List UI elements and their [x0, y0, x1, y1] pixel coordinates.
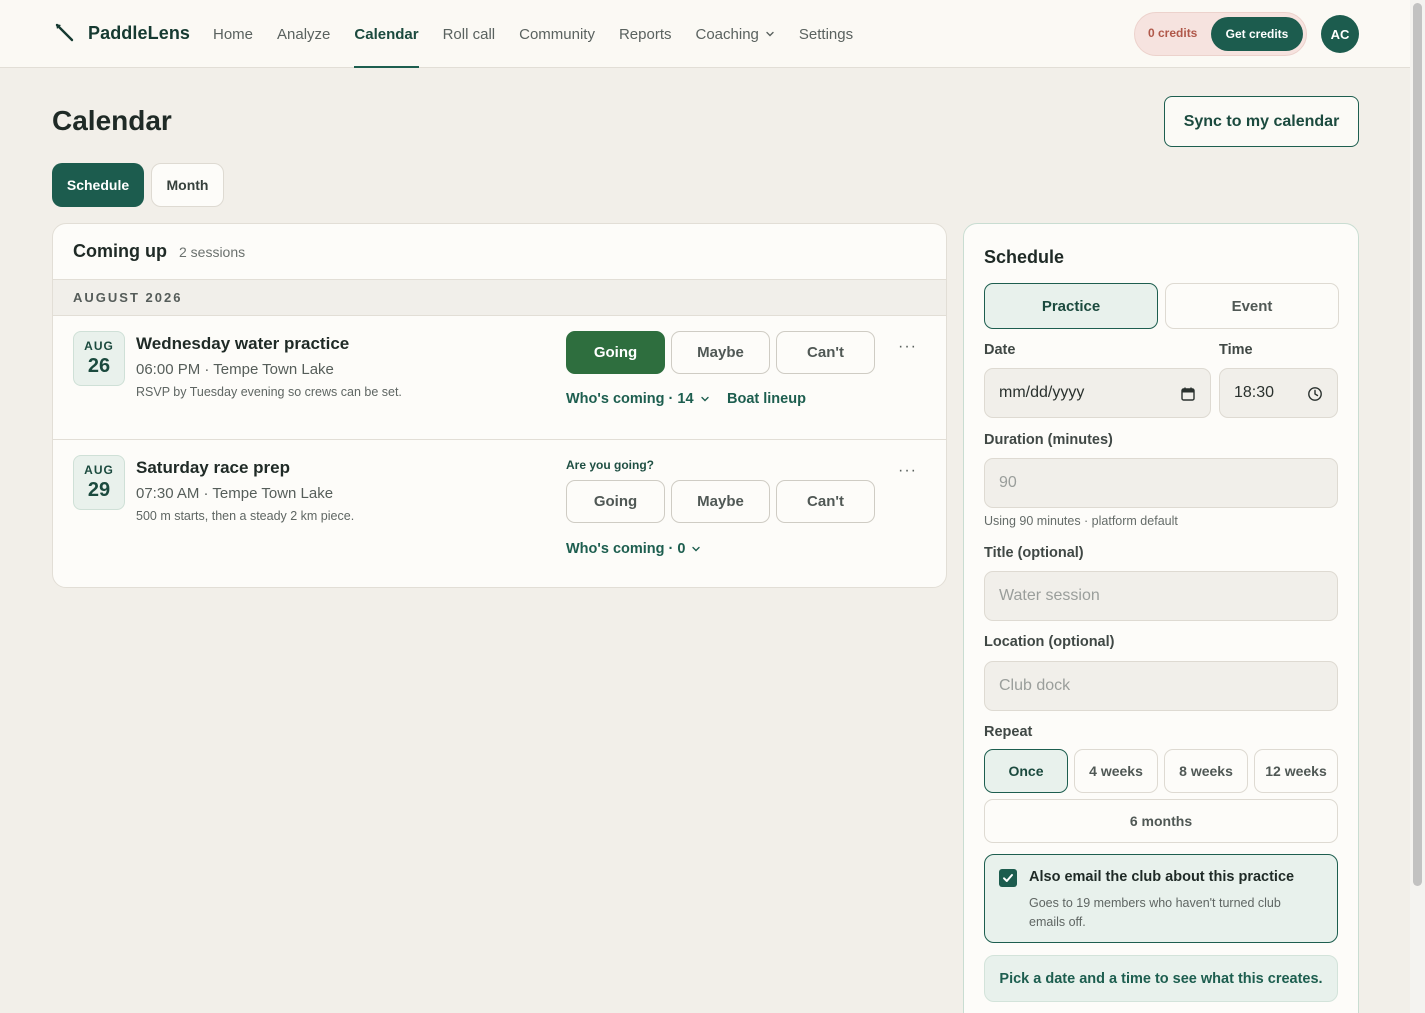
- nav-coaching-label: Coaching: [695, 25, 759, 43]
- scrollbar-thumb[interactable]: [1413, 3, 1422, 886]
- whos-coming-toggle[interactable]: Who's coming · 0: [566, 541, 701, 557]
- chevron-down-icon: [692, 546, 701, 552]
- date-label: Date: [984, 342, 1016, 358]
- rsvp-going-button[interactable]: Going: [566, 480, 665, 523]
- sessions-title: Coming up: [73, 241, 167, 261]
- checkmark-icon: [1003, 874, 1013, 882]
- chevron-down-icon: [700, 396, 709, 402]
- boat-lineup-link[interactable]: Boat lineup: [727, 391, 806, 407]
- rsvp-maybe-button[interactable]: Maybe: [671, 331, 770, 374]
- repeat-8-weeks-option[interactable]: 8 weeks: [1164, 749, 1248, 793]
- main-nav: Home Analyze Calendar Roll call Communit…: [213, 0, 877, 68]
- sessions-count: 2 sessions: [178, 244, 246, 260]
- paddle-icon: [55, 23, 74, 42]
- more-options-icon[interactable]: ···: [898, 338, 917, 356]
- credits-pill: 0 credits Get credits: [1134, 12, 1307, 56]
- date-input-placeholder: mm/dd/yyyy: [999, 384, 1085, 401]
- nav-coaching[interactable]: Coaching: [696, 0, 775, 68]
- whos-coming-label: Who's coming · 0: [566, 541, 686, 557]
- session-month: AUG: [84, 339, 114, 353]
- rsvp-cant-button[interactable]: Can't: [776, 480, 875, 523]
- calendar-icon: [1181, 387, 1195, 401]
- email-club-option[interactable]: Also email the club about this practice …: [984, 854, 1338, 943]
- upcoming-sessions-card: Coming up 2 sessions AUGUST 2026 AUG 26 …: [52, 223, 947, 588]
- session-date-chip: AUG 29: [73, 455, 125, 510]
- repeat-4-weeks-option[interactable]: 4 weeks: [1074, 749, 1158, 793]
- type-event-toggle[interactable]: Event: [1165, 283, 1339, 329]
- page-title: Calendar: [52, 105, 172, 136]
- schedule-form-panel: Schedule Practice Event Date Time mm/dd/…: [963, 223, 1359, 1013]
- nav-roll-call[interactable]: Roll call: [443, 0, 496, 68]
- sessions-header: Coming up 2 sessions: [73, 241, 245, 262]
- nav-analyze[interactable]: Analyze: [277, 0, 330, 68]
- rsvp-going-button[interactable]: Going: [566, 331, 665, 374]
- session-day: 26: [87, 355, 111, 377]
- session-row: AUG 26 Wednesday water practice 06:00 PM…: [53, 316, 946, 440]
- time-input[interactable]: 18:30: [1219, 368, 1338, 418]
- session-title[interactable]: Saturday race prep: [136, 458, 290, 478]
- page-scrollbar[interactable]: [1410, 0, 1425, 1013]
- session-time-location: 06:00 PM · Tempe Town Lake: [136, 361, 334, 378]
- email-club-note: Goes to 19 members who haven't turned cl…: [1029, 896, 1281, 929]
- rsvp-cant-button[interactable]: Can't: [776, 331, 875, 374]
- sync-calendar-button[interactable]: Sync to my calendar: [1164, 96, 1359, 147]
- nav-reports[interactable]: Reports: [619, 0, 672, 68]
- nav-community[interactable]: Community: [519, 0, 595, 68]
- time-input-value: 18:30: [1234, 384, 1275, 401]
- location-input[interactable]: Club dock: [984, 661, 1338, 711]
- user-avatar[interactable]: AC: [1321, 15, 1359, 53]
- date-input[interactable]: mm/dd/yyyy: [984, 368, 1211, 418]
- chevron-down-icon: [766, 31, 774, 37]
- session-day: 29: [87, 479, 111, 501]
- nav-home[interactable]: Home: [213, 0, 253, 68]
- session-note: 500 m starts, then a steady 2 km piece.: [136, 509, 355, 523]
- tab-schedule[interactable]: Schedule: [52, 163, 144, 207]
- title-input[interactable]: Water session: [984, 571, 1338, 621]
- location-label: Location (optional): [984, 634, 1115, 650]
- schedule-preview-message: Pick a date and a time to see what this …: [984, 955, 1338, 1002]
- nav-settings[interactable]: Settings: [799, 0, 853, 68]
- month-group-header: AUGUST 2026: [53, 279, 946, 316]
- app-logo[interactable]: PaddleLens: [54, 22, 190, 44]
- session-time-location: 07:30 AM · Tempe Town Lake: [136, 485, 334, 502]
- clock-icon: [1308, 387, 1322, 401]
- duration-hint: Using 90 minutes · platform default: [984, 514, 1178, 528]
- whos-coming-label: Who's coming · 14: [566, 391, 694, 407]
- time-label: Time: [1219, 342, 1253, 358]
- email-club-checkbox[interactable]: [999, 869, 1017, 887]
- nav-calendar[interactable]: Calendar: [354, 0, 419, 68]
- credits-balance: 0 credits: [1148, 26, 1198, 40]
- get-credits-button[interactable]: Get credits: [1211, 17, 1303, 51]
- session-row: AUG 29 Saturday race prep 07:30 AM · Tem…: [53, 440, 946, 564]
- session-month: AUG: [84, 463, 114, 477]
- rsvp-maybe-button[interactable]: Maybe: [671, 480, 770, 523]
- email-club-title: Also email the club about this practice: [1029, 869, 1295, 885]
- tab-month[interactable]: Month: [151, 163, 224, 207]
- session-date-chip: AUG 26: [73, 331, 125, 386]
- repeat-6-months-option[interactable]: 6 months: [984, 799, 1338, 843]
- duration-label: Duration (minutes): [984, 432, 1113, 448]
- whos-coming-toggle[interactable]: Who's coming · 14: [566, 391, 710, 407]
- app-name: PaddleLens: [88, 22, 191, 43]
- type-practice-toggle[interactable]: Practice: [984, 283, 1158, 329]
- month-label: AUGUST 2026: [73, 290, 183, 305]
- duration-input[interactable]: 90: [984, 458, 1338, 508]
- repeat-label: Repeat: [984, 724, 1033, 740]
- session-title[interactable]: Wednesday water practice: [136, 334, 349, 354]
- repeat-12-weeks-option[interactable]: 12 weeks: [1254, 749, 1338, 793]
- title-label: Title (optional): [984, 545, 1084, 561]
- rsvp-prompt: Are you going?: [566, 458, 654, 472]
- schedule-form-title: Schedule: [984, 247, 1065, 267]
- repeat-once-option[interactable]: Once: [984, 749, 1068, 793]
- session-note: RSVP by Tuesday evening so crews can be …: [136, 385, 402, 399]
- more-options-icon[interactable]: ···: [898, 462, 917, 480]
- top-navigation-bar: PaddleLens Home Analyze Calendar Roll ca…: [0, 0, 1410, 68]
